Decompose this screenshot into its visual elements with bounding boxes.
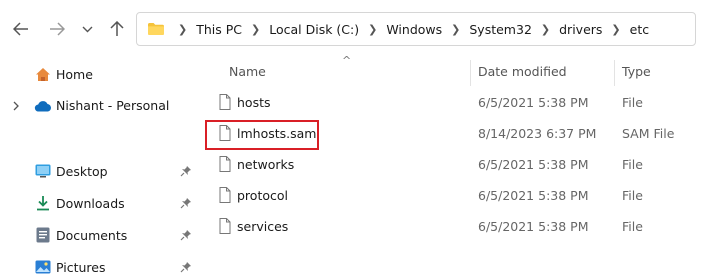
back-button[interactable] (12, 17, 30, 41)
sidebar-item-home[interactable]: Home (0, 61, 200, 87)
pictures-icon (35, 260, 51, 274)
breadcrumb-item-system32[interactable]: System32 (469, 22, 532, 37)
column-header-date-modified[interactable]: Date modified (478, 64, 567, 79)
download-icon (37, 196, 49, 211)
sidebar-item-label: Home (56, 67, 93, 82)
file-icon (219, 218, 231, 234)
recent-locations-button[interactable] (80, 17, 94, 41)
sort-ascending-icon: ^ (342, 54, 352, 67)
arrow-left-icon (13, 22, 28, 36)
breadcrumb-item-windows[interactable]: Windows (386, 22, 442, 37)
file-name: protocol (237, 188, 288, 203)
column-header-type[interactable]: Type (622, 64, 651, 79)
file-type: File (622, 95, 643, 110)
forward-button[interactable] (48, 17, 66, 41)
sidebar-item-label: Desktop (56, 164, 108, 179)
sidebar-item-label: Documents (56, 228, 128, 243)
file-type: SAM File (622, 126, 675, 141)
file-date-modified: 6/5/2021 5:38 PM (478, 188, 589, 203)
pin-icon[interactable] (180, 229, 192, 241)
breadcrumb-separator-icon: ❯ (540, 22, 551, 36)
file-row-hosts[interactable]: hosts 6/5/2021 5:38 PM File (203, 88, 701, 118)
folder-icon (148, 23, 164, 35)
arrow-right-icon (50, 22, 65, 36)
sidebar-item-label: Pictures (56, 260, 106, 275)
sidebar-item-downloads[interactable]: Downloads (0, 190, 200, 216)
breadcrumb-separator-icon: ❯ (451, 22, 461, 36)
desktop-icon (35, 164, 51, 178)
arrow-up-icon (110, 21, 124, 36)
file-type: File (622, 219, 643, 234)
breadcrumb-item-drivers[interactable]: drivers (559, 22, 602, 37)
home-icon (36, 68, 50, 81)
breadcrumb-separator-icon: ❯ (611, 22, 621, 36)
file-row-networks[interactable]: networks 6/5/2021 5:38 PM File (203, 150, 701, 180)
documents-icon (36, 227, 50, 243)
breadcrumb-separator-icon: ❯ (178, 22, 188, 36)
breadcrumb-item-this-pc[interactable]: This PC (196, 22, 242, 37)
sidebar-item-label: Nishant - Personal (56, 98, 170, 113)
file-name: networks (237, 157, 295, 172)
pin-icon[interactable] (180, 197, 192, 209)
pin-icon[interactable] (180, 165, 192, 177)
sidebar-item-desktop[interactable]: Desktop (0, 158, 200, 184)
sidebar-item-documents[interactable]: Documents (0, 222, 200, 248)
file-type: File (622, 157, 643, 172)
breadcrumb-separator-icon: ❯ (368, 22, 378, 36)
file-date-modified: 8/14/2023 6:37 PM (478, 126, 597, 141)
up-button[interactable] (108, 17, 126, 41)
file-row-protocol[interactable]: protocol 6/5/2021 5:38 PM File (203, 181, 701, 211)
file-icon (219, 94, 231, 110)
column-divider[interactable] (470, 60, 471, 86)
file-name: hosts (237, 95, 271, 110)
file-date-modified: 6/5/2021 5:38 PM (478, 95, 589, 110)
pin-icon[interactable] (180, 261, 192, 273)
breadcrumb: ❯ This PC ❯ Local Disk (C:) ❯ Windows ❯ … (169, 22, 649, 37)
file-row-services[interactable]: services 6/5/2021 5:38 PM File (203, 212, 701, 242)
navigation-pane: Home Nishant - Personal Desktop Download… (0, 60, 200, 278)
file-icon (219, 187, 231, 203)
column-divider[interactable] (614, 60, 615, 86)
chevron-right-icon[interactable] (13, 101, 20, 111)
highlight-box (205, 120, 319, 150)
file-type: File (622, 188, 643, 203)
cloud-icon (34, 101, 51, 112)
column-header-name[interactable]: Name (229, 64, 266, 79)
file-date-modified: 6/5/2021 5:38 PM (478, 157, 589, 172)
breadcrumb-item-etc[interactable]: etc (630, 22, 649, 37)
file-icon (219, 156, 231, 172)
breadcrumb-item-local-disk[interactable]: Local Disk (C:) (269, 22, 359, 37)
address-bar[interactable]: ❯ This PC ❯ Local Disk (C:) ❯ Windows ❯ … (136, 12, 696, 46)
sidebar-item-pictures[interactable]: Pictures (0, 254, 200, 280)
breadcrumb-separator-icon: ❯ (251, 22, 261, 36)
chevron-down-icon (82, 26, 92, 32)
file-name: services (237, 219, 289, 234)
file-date-modified: 6/5/2021 5:38 PM (478, 219, 589, 234)
sidebar-item-onedrive[interactable]: Nishant - Personal (0, 92, 200, 118)
sidebar-item-label: Downloads (56, 196, 125, 211)
